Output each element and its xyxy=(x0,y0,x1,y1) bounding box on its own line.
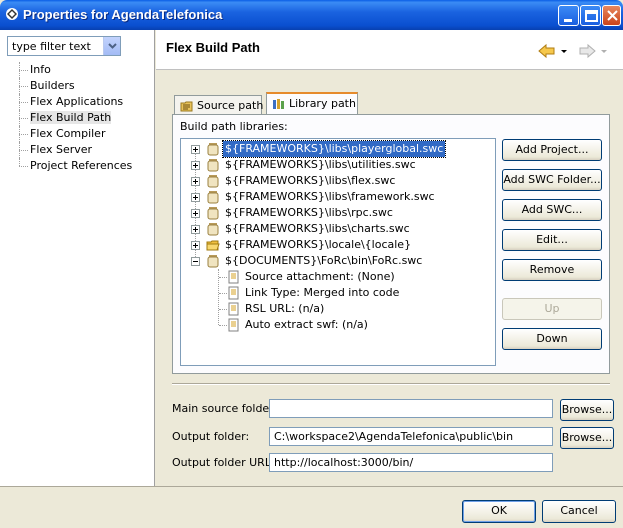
down-button[interactable]: Down xyxy=(502,328,602,350)
history-nav xyxy=(537,42,617,60)
tree-item-library[interactable]: ${FRAMEWORKS}\libs\playerglobal.swc xyxy=(181,140,491,158)
left-pane: type filter text Info Builders Flex Appl… xyxy=(0,30,155,486)
add-swc-folder-button[interactable]: Add SWC Folder... xyxy=(502,169,602,191)
maximize-icon xyxy=(585,10,598,22)
nav-item-flex-build-path[interactable]: Flex Build Path xyxy=(16,110,132,126)
edit-button[interactable]: Edit... xyxy=(502,229,602,251)
expand-toggle[interactable] xyxy=(191,177,200,186)
back-menu-chevron-icon[interactable] xyxy=(561,50,567,53)
main-source-folder-input[interactable] xyxy=(269,399,553,418)
filter-input[interactable]: type filter text xyxy=(12,40,91,53)
expand-toggle[interactable] xyxy=(191,193,200,202)
output-folder-url-input[interactable]: http://localhost:3000/bin/ xyxy=(269,453,553,472)
forward-menu-chevron-icon[interactable] xyxy=(601,50,607,53)
nav-item-flex-server[interactable]: Flex Server xyxy=(16,142,132,158)
output-folder-label: Output folder: xyxy=(172,430,250,443)
browse-output-folder-button[interactable]: Browse... xyxy=(560,427,614,449)
expand-toggle[interactable] xyxy=(191,145,200,154)
tree-item-attribute[interactable]: Link Type: Merged into code xyxy=(181,285,491,301)
separator xyxy=(172,383,610,385)
nav-item-flex-applications[interactable]: Flex Applications xyxy=(16,94,132,110)
cancel-button[interactable]: Cancel xyxy=(542,500,616,523)
minimize-icon xyxy=(564,19,572,22)
tree-item-attribute[interactable]: Auto extract swf: (n/a) xyxy=(181,317,491,333)
tree-item-library[interactable]: ${FRAMEWORKS}\libs\utilities.swc xyxy=(181,157,491,173)
main-source-folder-label: Main source folder: xyxy=(172,402,278,415)
up-button[interactable]: Up xyxy=(502,298,602,320)
close-icon xyxy=(607,10,618,21)
close-button[interactable] xyxy=(602,5,621,26)
forward-arrow-icon[interactable] xyxy=(579,43,596,59)
jar-icon xyxy=(207,255,219,268)
nav-item-flex-compiler[interactable]: Flex Compiler xyxy=(16,126,132,142)
jar-icon xyxy=(207,191,219,204)
expand-toggle[interactable] xyxy=(191,161,200,170)
jar-icon xyxy=(207,143,219,156)
tree-item-library[interactable]: ${DOCUMENTS}\FoRc\bin\FoRc.swc xyxy=(181,253,491,269)
collapse-toggle[interactable] xyxy=(191,257,200,266)
app-icon xyxy=(6,8,18,20)
add-swc-button[interactable]: Add SWC... xyxy=(502,199,602,221)
add-project-button[interactable]: Add Project... xyxy=(502,139,602,161)
library-tree[interactable]: ${FRAMEWORKS}\libs\playerglobal.swc ${FR… xyxy=(180,138,496,366)
jar-icon xyxy=(207,175,219,188)
jar-icon xyxy=(207,223,219,236)
window-title: Properties for AgendaTelefonica xyxy=(23,7,223,22)
nav-item-builders[interactable]: Builders xyxy=(16,78,132,94)
output-folder-url-label: Output folder URL: xyxy=(172,456,275,469)
page-header: Flex Build Path xyxy=(156,30,623,70)
ok-button[interactable]: OK xyxy=(462,500,536,523)
library-books-icon xyxy=(273,99,284,109)
expand-toggle[interactable] xyxy=(191,241,200,250)
tree-item-library[interactable]: ${FRAMEWORKS}\locale\{locale} xyxy=(181,237,491,253)
title-bar[interactable]: Properties for AgendaTelefonica xyxy=(0,0,623,30)
jar-icon xyxy=(207,159,219,172)
build-path-libraries-label: Build path libraries: xyxy=(180,120,288,133)
jar-icon xyxy=(207,207,219,220)
filter-combo[interactable]: type filter text xyxy=(7,36,121,56)
auto-extract-icon xyxy=(228,318,239,332)
link-type-icon xyxy=(228,286,239,300)
page-title: Flex Build Path xyxy=(166,40,260,55)
expand-toggle[interactable] xyxy=(191,209,200,218)
tree-item-attribute[interactable]: Source attachment: (None) xyxy=(181,269,491,285)
properties-nav-tree: Info Builders Flex Applications Flex Bui… xyxy=(16,62,132,174)
expand-toggle[interactable] xyxy=(191,225,200,234)
nav-item-info[interactable]: Info xyxy=(16,62,132,78)
maximize-button[interactable] xyxy=(580,5,601,26)
chevron-down-icon xyxy=(108,43,117,49)
tree-item-attribute[interactable]: RSL URL: (n/a) xyxy=(181,301,491,317)
tab-source-path[interactable]: Source path xyxy=(174,95,263,116)
folder-source-icon xyxy=(180,101,193,112)
browse-main-source-button[interactable]: Browse... xyxy=(560,399,614,421)
tree-item-library[interactable]: ${FRAMEWORKS}\libs\flex.swc xyxy=(181,173,491,189)
tree-item-library[interactable]: ${FRAMEWORKS}\libs\charts.swc xyxy=(181,221,491,237)
remove-button[interactable]: Remove xyxy=(502,259,602,281)
filter-dropdown-button[interactable] xyxy=(103,37,120,55)
back-arrow-icon[interactable] xyxy=(538,43,555,59)
tree-item-library[interactable]: ${FRAMEWORKS}\libs\rpc.swc xyxy=(181,205,491,221)
folder-icon xyxy=(206,240,220,251)
tab-library-path[interactable]: Library path xyxy=(266,92,358,115)
rsl-url-icon xyxy=(228,302,239,316)
nav-item-project-references[interactable]: Project References xyxy=(16,158,132,174)
minimize-button[interactable] xyxy=(558,5,579,26)
source-attachment-icon xyxy=(228,270,239,284)
tree-item-library[interactable]: ${FRAMEWORKS}\libs\framework.swc xyxy=(181,189,491,205)
output-folder-input[interactable]: C:\workspace2\AgendaTelefonica\public\bi… xyxy=(269,427,553,446)
